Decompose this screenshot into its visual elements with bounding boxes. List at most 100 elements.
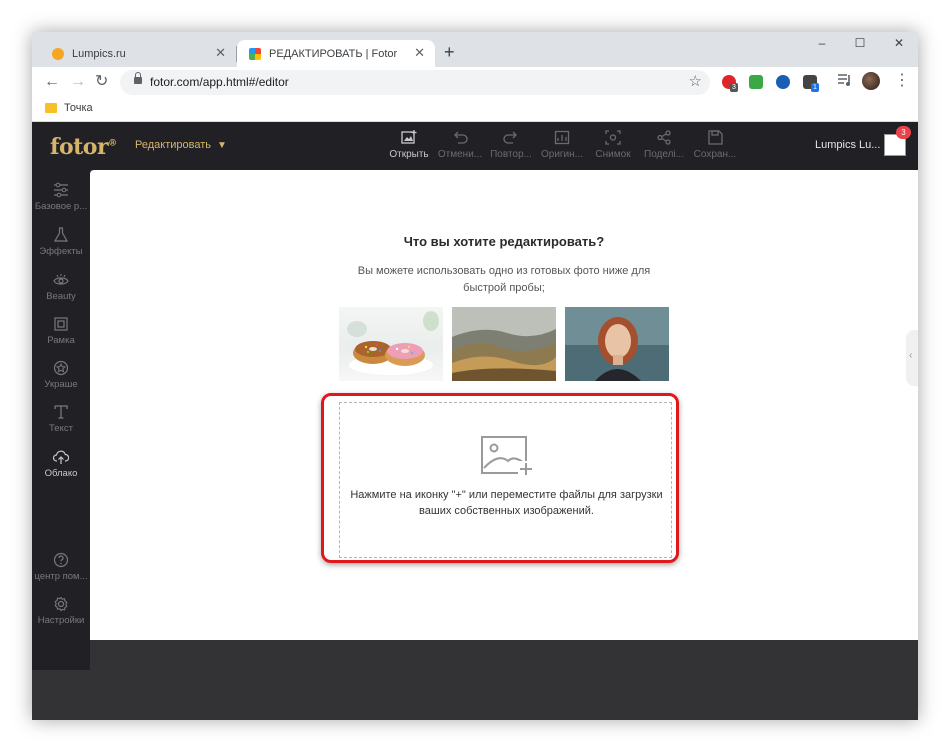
sidebar-item-basic[interactable]: Базовое р...	[32, 182, 90, 212]
url-text[interactable]: fotor.com/app.html#/editor	[150, 75, 289, 89]
browser-toolbar: ← → ↻ fotor.com/app.html#/editor ☆ 3 1 ⋮	[32, 67, 918, 98]
flask-icon	[53, 227, 69, 242]
sidebar-label: центр пом...	[34, 571, 88, 582]
settings-icon	[54, 596, 68, 612]
notification-badge: 3	[896, 126, 911, 139]
fotor-logo[interactable]: fotor®	[50, 134, 117, 160]
original-icon	[554, 130, 570, 145]
tool-label: Оригин...	[540, 149, 584, 160]
sample-hint: Вы можете использовать одно из готовых ф…	[357, 265, 651, 294]
open-image-icon	[401, 130, 417, 144]
main-canvas: Что вы хотите редактировать? Вы можете и…	[90, 170, 918, 640]
bookmark-tochka[interactable]: Точка	[64, 102, 93, 114]
sidebar-item-help[interactable]: центр пом...	[32, 552, 90, 582]
edit-mode-label: Редактировать	[135, 139, 211, 151]
tool-label: Поделі...	[644, 149, 684, 160]
text-icon	[54, 405, 68, 419]
sample-photo-landscape[interactable]	[452, 307, 556, 381]
frame-icon	[54, 317, 68, 331]
edit-mode-dropdown[interactable]: Редактировать ▼	[135, 139, 227, 151]
sidebar-label: Облако	[44, 468, 78, 479]
help-icon	[53, 552, 69, 568]
sidebar-label: Настройки	[37, 615, 85, 626]
sidebar-label: Рамка	[47, 335, 75, 346]
sample-photo-portrait[interactable]	[565, 307, 669, 381]
registered-mark: ®	[108, 138, 117, 149]
redo-button[interactable]: Повтор...	[486, 130, 536, 160]
tool-label: Повтор...	[490, 149, 532, 160]
forward-button[interactable]: →	[70, 73, 86, 91]
tab-title: Lumpics.ru	[72, 47, 126, 60]
browser-window: Lumpics.ru ✕ РЕДАКТИРОВАТЬ | Fotor ✕ + –…	[32, 32, 918, 720]
vpn-globe-icon[interactable]	[776, 75, 790, 89]
tool-label: Открыть	[389, 149, 429, 160]
tab-fotor[interactable]: РЕДАКТИРОВАТЬ | Fotor ✕	[237, 40, 435, 67]
fotor-app: fotor® Редактировать ▼ Открыть Отмени... …	[32, 122, 918, 720]
redo-icon	[503, 131, 517, 144]
username[interactable]: Lumpics Lu...	[815, 139, 880, 151]
back-button[interactable]: ←	[44, 73, 60, 91]
original-button[interactable]: Оригин...	[537, 130, 587, 160]
undo-button[interactable]: Отмени...	[435, 130, 485, 160]
tool-label: Сохран...	[693, 149, 737, 160]
lock-icon	[134, 72, 142, 84]
tab-bar: Lumpics.ru ✕ РЕДАКТИРОВАТЬ | Fotor ✕ + –…	[32, 32, 918, 67]
sidebar-label: Эффекты	[39, 246, 83, 257]
sidebar-item-frame[interactable]: Рамка	[32, 316, 90, 346]
new-tab-button[interactable]: +	[444, 42, 455, 62]
bookmark-star-icon[interactable]: ☆	[689, 72, 702, 90]
fotor-favicon-icon	[249, 47, 261, 60]
sidebar-label: Текст	[49, 423, 73, 434]
snapshot-icon	[605, 130, 621, 145]
lumpics-favicon-icon	[52, 47, 64, 60]
tab-title: РЕДАКТИРОВАТЬ | Fotor	[269, 47, 398, 60]
minimize-button[interactable]: –	[807, 36, 837, 50]
sidebar-item-cloud[interactable]: Облако	[32, 449, 90, 479]
browser-menu-icon[interactable]: ⋮	[894, 72, 910, 90]
extension-badge: 1	[811, 83, 819, 92]
profile-avatar[interactable]	[862, 72, 880, 90]
music-icon[interactable]	[749, 75, 763, 89]
chevron-down-icon: ▼	[217, 140, 227, 151]
star-badge-icon	[53, 360, 69, 376]
add-image-icon[interactable]	[480, 435, 534, 477]
sidebar-label: Украше	[44, 379, 78, 390]
open-button[interactable]: Открыть	[384, 130, 434, 160]
sidebar-item-settings[interactable]: Настройки	[32, 596, 90, 626]
folder-icon	[45, 103, 57, 113]
right-panel-toggle[interactable]: ‹	[906, 330, 918, 386]
close-tab-icon[interactable]: ✕	[414, 46, 425, 60]
page-title: Что вы хотите редактировать?	[403, 234, 605, 249]
close-tab-icon[interactable]: ✕	[215, 46, 226, 60]
address-bar[interactable]: fotor.com/app.html#/editor ☆	[120, 70, 710, 95]
share-icon	[657, 130, 671, 145]
upload-instruction-text: Нажмите на иконку "+" или переместите фа…	[350, 489, 663, 517]
upload-instruction: Нажмите на иконку "+" или переместите фа…	[330, 487, 683, 519]
snapshot-button[interactable]: Снимок	[588, 130, 638, 160]
sidebar-item-decor[interactable]: Украше	[32, 360, 90, 390]
sample-photo-donuts[interactable]	[339, 307, 443, 381]
puzzle-icon[interactable]: 1	[803, 75, 819, 92]
sidebar-item-text[interactable]: Текст	[32, 404, 90, 434]
tab-lumpics[interactable]: Lumpics.ru ✕	[40, 40, 236, 67]
sidebar-label: Базовое р...	[34, 201, 88, 212]
save-button[interactable]: Сохран...	[690, 130, 740, 160]
share-button[interactable]: Поделі...	[639, 130, 689, 160]
reload-button[interactable]: ↻	[95, 73, 108, 91]
sliders-icon	[54, 182, 68, 198]
sidebar-item-effects[interactable]: Эффекты	[32, 227, 90, 257]
chevron-left-icon: ‹	[909, 350, 913, 361]
tool-label: Отмени...	[437, 149, 483, 160]
reading-list-icon[interactable]	[837, 73, 851, 87]
eye-icon	[53, 274, 69, 285]
opera-icon[interactable]: 3	[722, 75, 738, 92]
tool-label: Снимок	[595, 149, 631, 160]
close-window-button[interactable]: ✕	[884, 36, 914, 50]
extension-badge: 3	[730, 83, 738, 92]
undo-icon	[454, 131, 468, 144]
cloud-upload-icon	[53, 450, 69, 464]
app-header: fotor® Редактировать ▼ Открыть Отмени... …	[32, 122, 918, 170]
upload-dropzone[interactable]: Нажмите на иконку "+" или переместите фа…	[339, 402, 672, 558]
sidebar-item-beauty[interactable]: Beauty	[32, 272, 90, 302]
maximize-button[interactable]: ☐	[845, 36, 875, 50]
